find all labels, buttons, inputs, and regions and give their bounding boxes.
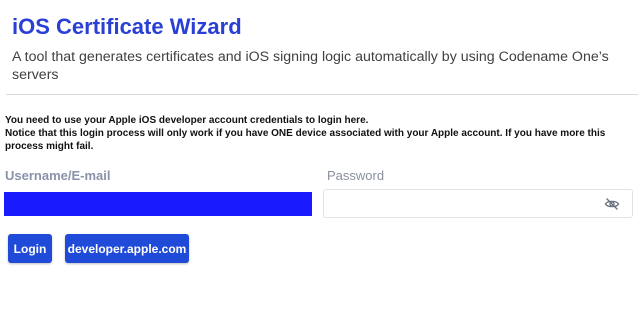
notice-line-warning: Notice that this login process will only…	[5, 128, 606, 152]
username-label: Username/E-mail	[5, 168, 111, 183]
password-field-container	[323, 189, 633, 218]
username-field[interactable]	[4, 192, 312, 216]
developer-apple-button[interactable]: developer.apple.com	[65, 234, 189, 263]
login-notice: You need to use your Apple iOS developer…	[5, 114, 637, 153]
notice-line-credentials: You need to use your Apple iOS developer…	[5, 115, 369, 126]
page-title: iOS Certificate Wizard	[12, 14, 242, 39]
password-field[interactable]	[330, 194, 600, 213]
eye-slash-icon[interactable]	[604, 196, 620, 212]
password-label: Password	[327, 168, 385, 183]
page-subtitle: A tool that generates certificates and i…	[12, 49, 609, 83]
certificate-wizard-page: iOS Certificate Wizard A tool that gener…	[0, 0, 644, 330]
login-button[interactable]: Login	[8, 234, 52, 263]
header-divider	[6, 94, 638, 95]
